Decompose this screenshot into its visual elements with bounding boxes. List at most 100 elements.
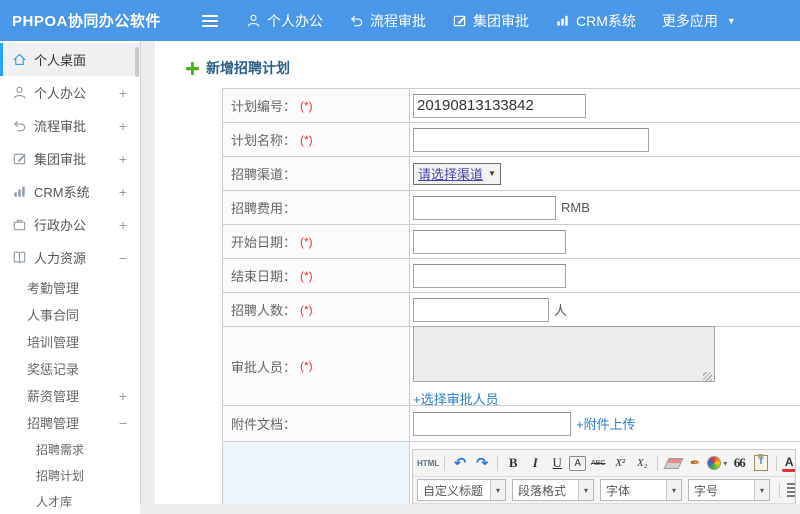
font-size-select[interactable]: 字号 ▾ [688, 479, 770, 501]
sidebar-item-admin-office[interactable]: 行政办公 + [0, 208, 140, 241]
sidebar-item-workflow-approval[interactable]: 流程审批 + [0, 109, 140, 142]
nav-item-personal-office[interactable]: 个人办公 [246, 11, 323, 31]
align-left-icon[interactable] [787, 483, 795, 497]
sidebar-item-salary-management[interactable]: 薪资管理 + [0, 382, 140, 409]
custom-heading-select[interactable]: 自定义标题 ▾ [417, 479, 506, 501]
nav-item-group-approval[interactable]: 集团审批 [452, 11, 529, 31]
color-palette-button[interactable]: ▾ [707, 453, 727, 473]
start-date-input[interactable] [413, 229, 566, 254]
end-date-input[interactable] [413, 263, 566, 288]
field-value [410, 225, 800, 258]
edit-icon [452, 13, 467, 28]
field-label [223, 442, 410, 504]
chart-icon [12, 184, 27, 199]
editor-toolbar-row1: HTML↶↷BIUAABCX²X₂✒▾66A▾ab▾ [413, 450, 795, 477]
expand-icon[interactable]: + [119, 85, 127, 101]
sidebar-item-attendance-management[interactable]: 考勤管理 [0, 274, 140, 301]
field-label-text: 附件文档： [231, 417, 297, 432]
sidebar-item-label: 人事合同 [27, 308, 80, 323]
strikethrough-button[interactable]: ABC [588, 453, 608, 473]
subscript-button[interactable]: X₂ [632, 453, 652, 473]
superscript-button[interactable]: X² [610, 453, 630, 473]
expand-icon[interactable]: + [119, 151, 127, 167]
paste-button[interactable] [751, 453, 771, 473]
approvers-textarea-wrap [413, 326, 715, 387]
sidebar-item-personal-office[interactable]: 个人办公 + [0, 76, 140, 109]
sidebar-item-recruitment-management[interactable]: 招聘管理 − [0, 409, 140, 436]
field-label-text: 计划编号： [231, 99, 297, 114]
expand-icon[interactable]: + [119, 184, 127, 200]
required-marker: (*) [300, 132, 313, 147]
undo-button[interactable]: ↶ [450, 453, 470, 473]
edit-icon [12, 151, 27, 166]
chart-icon [555, 13, 570, 28]
expand-icon[interactable]: + [119, 118, 127, 134]
form-row-start-date: 开始日期： (*) [223, 225, 800, 259]
user-icon [246, 13, 261, 28]
expand-icon[interactable]: + [119, 388, 127, 404]
nav-item-workflow-approval[interactable]: 流程审批 [349, 11, 426, 31]
sidebar-item-talent-pool[interactable]: 人才库 [0, 488, 140, 514]
sidebar-item-training-management[interactable]: 培训管理 [0, 328, 140, 355]
headcount-input[interactable] [413, 297, 549, 322]
sidebar-scrollbar[interactable] [135, 47, 139, 77]
field-label: 结束日期： (*) [223, 259, 410, 292]
color-palette-icon [707, 456, 722, 470]
caret-down-icon: ▾ [754, 480, 769, 500]
recruitment-cost-input[interactable] [413, 195, 556, 220]
sidebar-item-reward-punishment[interactable]: 奖惩记录 [0, 355, 140, 382]
source-button[interactable]: HTML [417, 453, 439, 473]
nav-item-label: CRM系统 [576, 12, 636, 29]
underline-button[interactable]: U [547, 453, 567, 473]
nav-item-more-apps[interactable]: 更多应用 ▼ [662, 11, 736, 31]
sidebar-item-label: 奖惩记录 [27, 362, 80, 377]
attachment-upload-link[interactable]: +附件上传 [576, 414, 636, 433]
home-icon [12, 52, 27, 67]
expand-icon[interactable]: + [119, 217, 127, 233]
form-row-headcount: 招聘人数： (*) 人 [223, 293, 800, 327]
eraser-button[interactable] [663, 453, 684, 473]
italic-button[interactable]: I [525, 453, 545, 473]
field-suffix: RMB [561, 200, 590, 215]
plan-name-input[interactable] [413, 127, 649, 152]
bold-button[interactable]: B [503, 453, 523, 473]
blockquote-button[interactable]: 66 [729, 453, 749, 473]
nav-item-label: 集团审批 [473, 12, 529, 29]
page-title-row: 新增招聘计划 [155, 41, 800, 79]
sidebar-item-recruitment-plan[interactable]: 招聘计划 [0, 462, 140, 488]
sidebar-item-group-approval[interactable]: 集团审批 + [0, 142, 140, 175]
required-marker: (*) [300, 359, 313, 373]
field-label-text: 招聘费用： [231, 201, 297, 216]
plan-number-input[interactable] [413, 93, 586, 118]
sidebar-item-human-resources[interactable]: 人力资源 − [0, 241, 140, 274]
field-label-text: 开始日期： [231, 235, 297, 250]
sidebar-item-recruitment-demand[interactable]: 招聘需求 [0, 436, 140, 462]
field-suffix: 人 [554, 303, 568, 318]
nav-item-crm-system[interactable]: CRM系统 [555, 11, 636, 31]
attachment-input[interactable] [413, 411, 571, 436]
field-label: 开始日期： (*) [223, 225, 410, 258]
format-brush-button[interactable]: ✒ [685, 453, 705, 473]
paragraph-format-select[interactable]: 段落格式 ▾ [512, 479, 594, 501]
sidebar-item-label: 招聘需求 [36, 442, 85, 457]
approvers-textarea[interactable] [413, 326, 715, 382]
collapse-icon[interactable]: − [119, 415, 127, 431]
recruitment-channel-select[interactable]: 请选择渠道 ▼ [413, 162, 501, 185]
select-value: 字号 [694, 483, 719, 498]
collapse-icon[interactable]: − [119, 250, 127, 266]
caret-down-icon: ▾ [666, 480, 681, 500]
field-label-text: 审批人员： [231, 359, 297, 375]
sidebar-item-personal-desktop[interactable]: 个人桌面 [0, 43, 140, 76]
font-family-select[interactable]: 字体 ▾ [600, 479, 682, 501]
menu-toggle-button[interactable] [202, 14, 218, 27]
font-color-button[interactable]: A▾ [782, 454, 795, 472]
required-marker: (*) [300, 98, 313, 113]
field-label-text: 招聘渠道： [231, 167, 297, 182]
redo-button[interactable]: ↷ [472, 453, 492, 473]
font-box-button[interactable]: A [569, 455, 587, 471]
sidebar-item-personnel-contract[interactable]: 人事合同 [0, 301, 140, 328]
field-value: 人 [410, 293, 800, 326]
sidebar-item-crm-system[interactable]: CRM系统 + [0, 175, 140, 208]
recruitment-plan-form: 计划编号：(*)计划名称：(*)招聘渠道：请选择渠道▼招聘费用：RMB开始日期：… [222, 88, 800, 504]
form-row-plan-name: 计划名称： (*) [223, 123, 800, 157]
